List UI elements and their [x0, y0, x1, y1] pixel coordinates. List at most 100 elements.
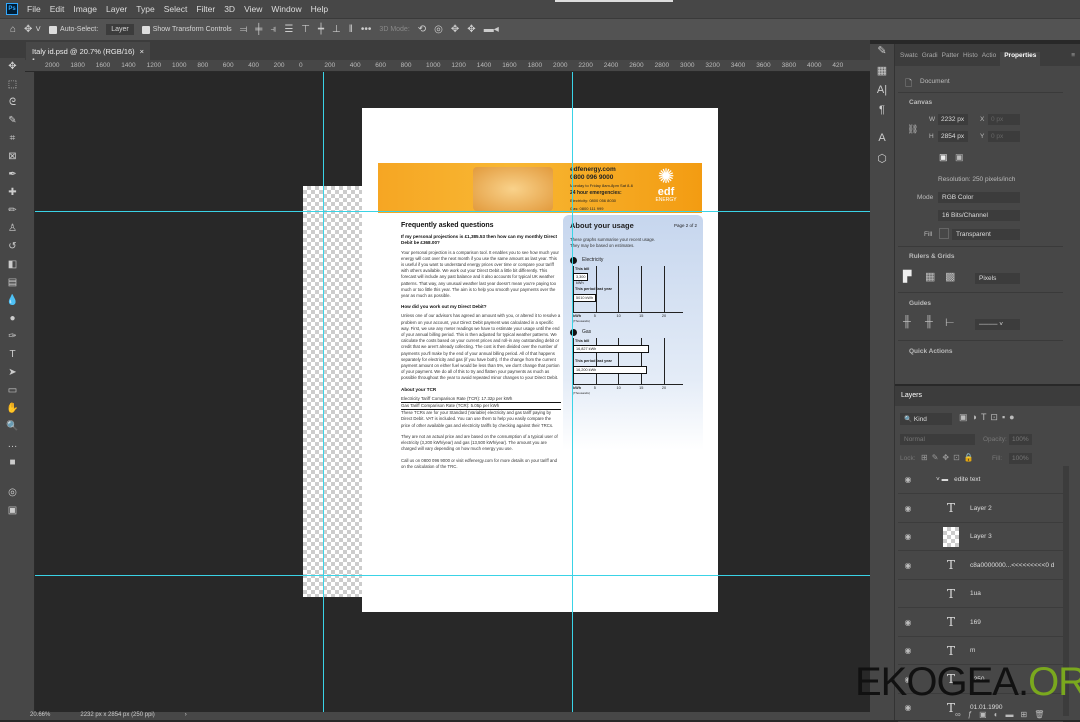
visibility-eye-icon[interactable]: ◉ [898, 475, 918, 484]
visibility-eye-icon[interactable]: ◉ [898, 532, 918, 541]
healing-icon[interactable]: ✚ [0, 184, 25, 202]
guide-style-dropdown[interactable]: ──── ˅ [975, 319, 1020, 330]
menu-type[interactable]: Type [136, 4, 154, 14]
quick-select-icon[interactable]: ✎ [0, 112, 25, 130]
folder-icon[interactable]: ˅ ▬ [936, 476, 948, 483]
hand-icon[interactable]: ✋ [0, 400, 25, 418]
menu-select[interactable]: Select [164, 4, 188, 14]
landscape-icon[interactable]: ▣ [955, 152, 964, 163]
brush-settings-icon[interactable]: ✎ [870, 44, 894, 64]
video-camera-icon[interactable]: ▬◂ [484, 24, 499, 35]
ruler-icon[interactable]: ▛ [903, 270, 911, 283]
home-icon[interactable]: ⌂ [10, 24, 16, 35]
pen-icon[interactable]: ✑ [0, 328, 25, 346]
quick-actions-section[interactable]: Quick Actions [901, 348, 952, 355]
path-select-icon[interactable]: ➤ [0, 364, 25, 382]
distribute-icon[interactable]: ☰ [284, 24, 293, 35]
tab-history[interactable]: Histo [963, 52, 978, 66]
tab-patterns[interactable]: Patter [942, 52, 959, 66]
tab-actions[interactable]: Actio [982, 52, 996, 66]
menu-window[interactable]: Window [271, 4, 301, 14]
brush-icon[interactable]: ✏ [0, 202, 25, 220]
menu-3d[interactable]: 3D [224, 4, 235, 14]
panel-menu-icon[interactable]: ≡ [1071, 52, 1075, 66]
fill-field[interactable]: 100% [1009, 453, 1032, 464]
layer-actions-bar[interactable]: ∞ƒ▣◐▬⊞🗑 [955, 710, 1051, 719]
width-field[interactable]: 2232 px [938, 114, 968, 125]
move-tool-icon[interactable]: ✥ ˅ [24, 24, 41, 35]
layer-select-dropdown[interactable]: Layer [106, 24, 134, 35]
history-brush-icon[interactable]: ↺ [0, 238, 25, 256]
guide-horizontal[interactable] [35, 211, 870, 212]
brushes-icon[interactable]: ▦ [870, 64, 894, 84]
visibility-eye-icon[interactable]: ◉ [898, 561, 918, 570]
rectangle-icon[interactable]: ▭ [0, 382, 25, 400]
status-menu-arrow[interactable]: › [185, 712, 187, 720]
visibility-eye-icon[interactable]: ◉ [898, 646, 918, 655]
canvas-area[interactable]: edfenergy.com 0800 096 9000 Monday to Fr… [35, 72, 870, 712]
screen-mode-icon[interactable]: ▣ [0, 502, 25, 520]
auto-select-checkbox[interactable]: Auto-Select: [49, 25, 98, 34]
x-field[interactable]: 0 px [988, 114, 1020, 125]
3d-icon[interactable]: ⬡ [870, 152, 894, 172]
orbit-3d-icon[interactable]: ⟲ [418, 24, 426, 35]
blend-mode-dropdown[interactable]: Normal [900, 434, 975, 445]
layers-tab[interactable]: Layers [901, 392, 922, 399]
show-transform-checkbox[interactable]: Show Transform Controls [141, 25, 232, 34]
portrait-icon[interactable]: ▣ [939, 152, 948, 163]
guide-vertical[interactable] [572, 72, 573, 712]
fill-dropdown[interactable]: Transparent [952, 229, 1020, 240]
type-icon[interactable]: T [0, 346, 25, 364]
align-bottom-icon[interactable]: ⊥ [332, 24, 341, 35]
layer-row[interactable]: ◉ T 169 [898, 609, 1063, 637]
stamp-icon[interactable]: ♙ [0, 220, 25, 238]
vertical-ruler[interactable] [25, 72, 35, 712]
layer-row[interactable]: ◉ Tc8a0000000...<<<<<<<<<0 d [898, 552, 1063, 580]
align-middle-icon[interactable]: ┿ [318, 24, 324, 35]
glyphs-icon[interactable]: A [870, 132, 894, 152]
tab-swatches[interactable]: Swatc [900, 52, 918, 66]
rulers-grids-section[interactable]: Rulers & Grids [901, 253, 955, 260]
zoom-level[interactable]: 20.66% [30, 712, 50, 720]
quickmask-icon[interactable]: ◎ [0, 484, 25, 502]
units-dropdown[interactable]: Pixels [975, 273, 1020, 284]
zoom-icon[interactable]: 🔍 [0, 418, 25, 436]
gradient-icon[interactable]: ▤ [0, 274, 25, 292]
guide-vertical[interactable] [323, 72, 324, 712]
layer-filter-icons[interactable]: ▣◑T⊡▪● [959, 412, 1019, 423]
align-center-icon[interactable]: ╪ [255, 24, 262, 35]
menu-file[interactable]: File [27, 4, 41, 14]
link-icon[interactable]: ⛓ [907, 124, 918, 135]
menu-layer[interactable]: Layer [106, 4, 127, 14]
layer-row[interactable]: ◉ ˅ ▬ edite text [898, 466, 1063, 494]
y-field[interactable]: 0 px [988, 131, 1020, 142]
opacity-field[interactable]: 100% [1009, 434, 1032, 445]
move-icon[interactable]: ✥ [0, 58, 25, 76]
layer-row[interactable]: T 1ua [898, 580, 1063, 608]
paragraph-icon[interactable]: ¶ [870, 104, 894, 124]
filter-kind-dropdown[interactable]: 🔍 Kind [900, 413, 952, 425]
character-icon[interactable]: A| [870, 84, 894, 104]
dodge-icon[interactable]: ● [0, 310, 25, 328]
close-tab-icon[interactable]: × [140, 47, 144, 56]
pan-3d-icon[interactable]: ✥ [451, 24, 459, 35]
more-options-button[interactable]: ••• [361, 24, 372, 35]
marquee-icon[interactable]: ⬚ [0, 76, 25, 94]
lock-guides-icon[interactable]: ╫ [925, 316, 933, 328]
pixel-grid-icon[interactable]: ▩ [945, 270, 955, 283]
eraser-icon[interactable]: ◧ [0, 256, 25, 274]
menu-edit[interactable]: Edit [50, 4, 65, 14]
eyedropper-icon[interactable]: ✒ [0, 166, 25, 184]
tab-properties[interactable]: Properties [1000, 52, 1041, 66]
grid-icon[interactable]: ▦ [925, 270, 935, 283]
lasso-icon[interactable]: ᘓ [0, 94, 25, 112]
roll-3d-icon[interactable]: ◎ [434, 24, 443, 35]
bit-depth-dropdown[interactable]: 16 Bits/Channel [938, 210, 1020, 221]
menu-filter[interactable]: Filter [196, 4, 215, 14]
document-tab[interactable]: Italy id.psd @ 20.7% (RGB/16) * × [26, 42, 150, 65]
frame-icon[interactable]: ⊠ [0, 148, 25, 166]
visibility-eye-icon[interactable]: ◉ [898, 618, 918, 627]
align-right-icon[interactable]: ⫣ [270, 24, 276, 35]
lock-icons[interactable]: ⊞✎✥⊡🔒 [921, 453, 978, 462]
fill-swatch[interactable] [939, 228, 949, 239]
